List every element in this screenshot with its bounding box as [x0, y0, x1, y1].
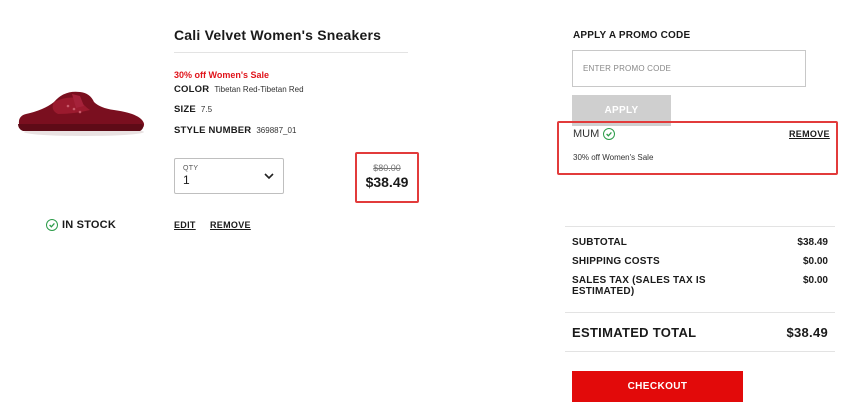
subtotal-value: $38.49 — [797, 237, 828, 248]
coupon-description: 30% off Women's Sale — [573, 153, 654, 162]
applied-coupon: MUM — [573, 128, 616, 140]
stock-label: IN STOCK — [62, 219, 116, 231]
style-value: 369887_01 — [256, 126, 297, 135]
total-label: ESTIMATED TOTAL — [572, 325, 697, 340]
qty-label: QTY — [183, 165, 199, 172]
price-box: $80.00 $38.49 — [355, 152, 419, 203]
original-price: $80.00 — [373, 163, 401, 173]
total-value: $38.49 — [786, 325, 828, 340]
style-label: STYLE NUMBER — [174, 125, 252, 136]
divider — [565, 226, 835, 227]
shipping-value: $0.00 — [802, 256, 828, 267]
color-value: Tibetan Red-Tibetan Red — [214, 85, 304, 94]
shipping-row: SHIPPING COSTS $0.00 — [572, 256, 828, 267]
tax-value: $0.00 — [802, 275, 828, 286]
tax-label: SALES TAX (SALES TAX IS ESTIMATED) — [572, 275, 706, 297]
promo-heading: APPLY A PROMO CODE — [573, 30, 691, 41]
subtotal-label: SUBTOTAL — [572, 237, 628, 248]
divider — [174, 52, 408, 53]
product-title[interactable]: Cali Velvet Women's Sneakers — [174, 27, 381, 43]
qty-value: 1 — [183, 173, 190, 187]
remove-item-link[interactable]: REMOVE — [210, 220, 251, 230]
edit-link[interactable]: EDIT — [174, 220, 196, 230]
sneaker-image[interactable] — [14, 80, 154, 140]
subtotal-row: SUBTOTAL $38.49 — [572, 237, 828, 248]
coupon-code: MUM — [573, 128, 600, 140]
promo-code-input[interactable] — [572, 50, 806, 87]
quantity-select[interactable]: QTY 1 — [174, 158, 284, 194]
size-label: SIZE — [174, 104, 196, 115]
tax-row: SALES TAX (SALES TAX IS ESTIMATED) $0.00 — [572, 275, 828, 297]
stock-status: IN STOCK — [46, 219, 116, 231]
check-circle-icon — [603, 128, 616, 140]
sale-label: 30% off Women's Sale — [174, 70, 270, 80]
shipping-label: SHIPPING COSTS — [572, 256, 660, 267]
sale-price: $38.49 — [365, 174, 409, 190]
divider — [565, 351, 835, 352]
color-attribute: COLOR Tibetan Red-Tibetan Red — [174, 84, 304, 95]
divider — [565, 312, 835, 313]
color-label: COLOR — [174, 84, 210, 95]
chevron-down-icon — [264, 173, 274, 180]
estimated-total-row: ESTIMATED TOTAL $38.49 — [572, 325, 828, 340]
size-value: 7.5 — [200, 105, 213, 114]
remove-coupon-link[interactable]: REMOVE — [789, 129, 830, 139]
checkout-button[interactable]: CHECKOUT — [572, 371, 743, 402]
style-attribute: STYLE NUMBER 369887_01 — [174, 125, 296, 136]
size-attribute: SIZE 7.5 — [174, 104, 212, 115]
check-circle-icon — [46, 219, 58, 231]
